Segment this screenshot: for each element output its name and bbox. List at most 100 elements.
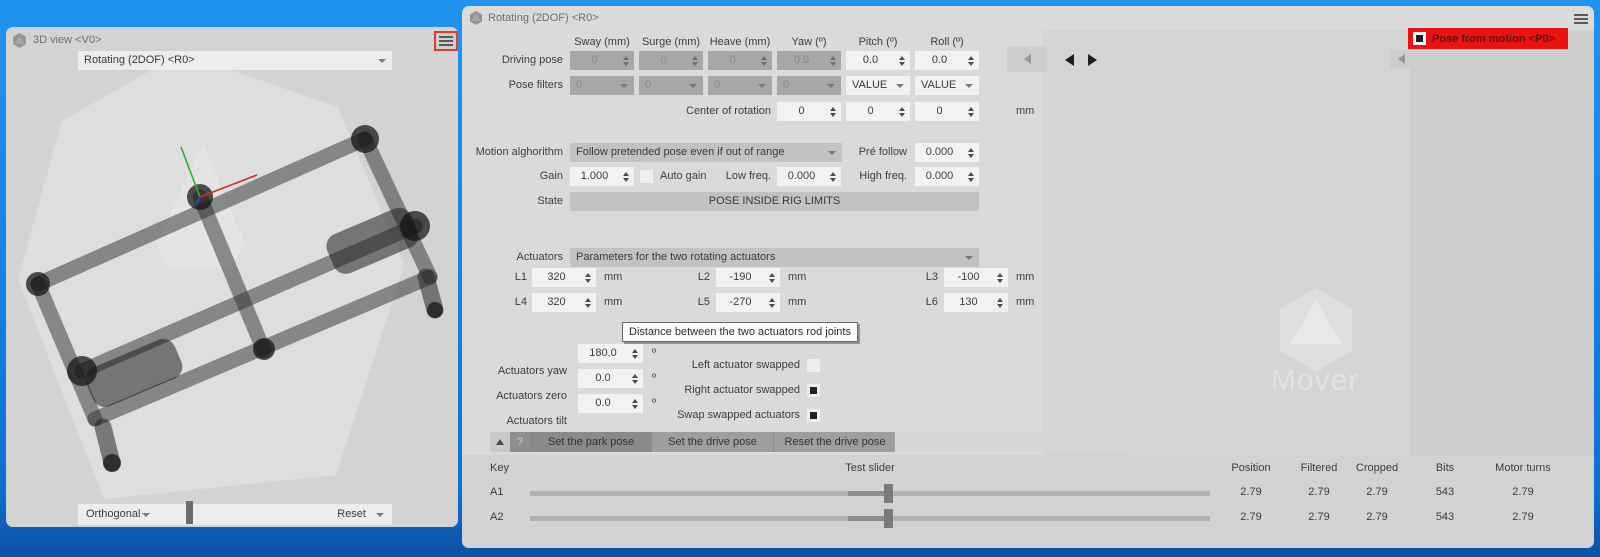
l3-spinner[interactable]: -100 — [944, 268, 1008, 287]
column-header-roll: Roll (º) — [915, 36, 979, 48]
l3-label: L3 — [918, 268, 938, 287]
pose-from-motion-checkbox[interactable] — [1413, 32, 1426, 45]
unit-label: mm — [1016, 268, 1042, 287]
set-drive-pose-button[interactable]: Set the drive pose — [652, 432, 773, 452]
app-logo-icon — [468, 10, 484, 26]
cropped-value: 2.79 — [1345, 486, 1409, 498]
test-slider-handle[interactable] — [884, 484, 893, 503]
column-header-surge: Surge (mm) — [639, 36, 703, 48]
pose-from-motion-banner[interactable]: Pose from motion <P0> — [1408, 28, 1568, 49]
driving-pose-sway-spinner: 0 — [570, 51, 634, 70]
swap-swapped-actuators-label: Swap swapped actuators — [642, 409, 800, 422]
center-of-rotation-label: Center of rotation — [642, 102, 771, 121]
bits-value: 543 — [1413, 511, 1477, 523]
center-rotation-z-spinner[interactable]: 0 — [915, 102, 979, 121]
pose-filter-yaw-dropdown: 0 — [777, 76, 841, 95]
gain-spinner[interactable]: 1.000 — [570, 167, 634, 186]
pre-follow-label: Pré follow — [832, 143, 907, 162]
ground-polygon — [18, 53, 404, 499]
pre-follow-spinner[interactable]: 0.000 — [915, 143, 979, 162]
chevron-down-icon[interactable] — [376, 513, 384, 517]
l2-label: L2 — [690, 268, 710, 287]
set-park-pose-button[interactable]: Set the park pose — [530, 432, 652, 452]
motor-turns-header: Motor turns — [1481, 462, 1565, 474]
view-menu-button[interactable] — [434, 31, 458, 51]
l1-spinner[interactable]: 320 — [532, 268, 596, 287]
right-actuator-swapped-label: Right actuator swapped — [642, 384, 800, 397]
tab-strip-filler — [895, 432, 1130, 452]
position-header: Position — [1219, 462, 1283, 474]
auto-gain-checkbox[interactable] — [640, 170, 653, 183]
actuators-label: Actuators — [482, 248, 563, 267]
unit-label: mm — [1016, 102, 1046, 121]
next-arrow-button[interactable] — [1088, 54, 1097, 66]
driving-pose-label: Driving pose — [480, 51, 563, 70]
l5-spinner[interactable]: -270 — [716, 293, 780, 312]
test-slider-fill — [848, 516, 884, 521]
driving-pose-roll-spinner[interactable]: 0.0 — [915, 51, 979, 70]
reset-dropdown[interactable]: Reset — [326, 505, 366, 524]
l5-label: L5 — [690, 293, 710, 312]
tooltip: Distance between the two actuators rod j… — [622, 322, 858, 342]
motion-algorithm-label: Motion alghorithm — [462, 143, 563, 162]
center-rotation-x-spinner[interactable]: 0 — [777, 102, 841, 121]
filtered-value: 2.79 — [1287, 486, 1351, 498]
pose-filters-label: Pose filters — [480, 76, 563, 95]
collapse-side-button[interactable] — [1390, 50, 1412, 68]
filtered-value: 2.79 — [1287, 511, 1351, 523]
actuators-preset-dropdown[interactable]: Parameters for the two rotating actuator… — [570, 248, 979, 267]
driving-pose-heave-spinner: 0 — [708, 51, 772, 70]
gain-label: Gain — [482, 167, 563, 186]
swap-swapped-actuators-checkbox[interactable] — [807, 409, 820, 422]
chevron-down-icon — [378, 59, 386, 63]
column-header-sway: Sway (mm) — [570, 36, 634, 48]
actuators-zero-spinner[interactable]: 0.0 — [578, 369, 643, 388]
unit-label: mm — [788, 293, 814, 312]
mover-logo-watermark — [1273, 286, 1359, 376]
high-freq-spinner[interactable]: 0.000 — [915, 167, 979, 186]
test-slider-header: Test slider — [820, 462, 920, 474]
l6-spinner[interactable]: 130 — [944, 293, 1008, 312]
unit-label: mm — [604, 293, 630, 312]
rig-selector-value: Rotating (2DOF) <R0> — [78, 51, 378, 70]
triangle-up-icon — [496, 439, 504, 445]
unit-label: mm — [1016, 293, 1042, 312]
help-button[interactable]: ? — [510, 432, 530, 452]
3d-view-panel: 3D view <V0> Rotating (2DOF) <R0> Orthog… — [6, 27, 458, 527]
collapse-pose-button[interactable] — [1007, 46, 1047, 72]
driving-pose-surge-spinner: 0 — [639, 51, 703, 70]
l4-spinner[interactable]: 320 — [532, 293, 596, 312]
zoom-slider-handle[interactable] — [186, 501, 193, 524]
position-value: 2.79 — [1219, 486, 1283, 498]
filtered-header: Filtered — [1287, 462, 1351, 474]
l2-spinner[interactable]: -190 — [716, 268, 780, 287]
l6-label: L6 — [918, 293, 938, 312]
mover-watermark-text: Mover — [1255, 364, 1375, 398]
app-logo-icon — [11, 32, 28, 49]
pose-filter-roll-dropdown[interactable]: VALUE — [915, 76, 979, 95]
right-actuator-swapped-checkbox[interactable] — [807, 384, 820, 397]
panel-title: 3D view <V0> — [33, 32, 101, 49]
driving-pose-yaw-spinner: 0.0 — [777, 51, 841, 70]
low-freq-label: Low freq. — [702, 167, 771, 186]
unit-label: mm — [788, 268, 814, 287]
center-rotation-y-spinner[interactable]: 0 — [846, 102, 910, 121]
chevron-down-icon[interactable] — [142, 513, 150, 517]
test-slider-handle[interactable] — [884, 509, 893, 528]
pose-filter-surge-dropdown: 0 — [639, 76, 703, 95]
actuators-yaw-label: Actuators yaw — [462, 365, 567, 378]
3d-view-canvas[interactable] — [6, 27, 458, 527]
actuators-yaw-spinner[interactable]: 180.0 — [578, 344, 643, 363]
reset-drive-pose-button[interactable]: Reset the drive pose — [773, 432, 896, 452]
pose-filter-pitch-dropdown[interactable]: VALUE — [846, 76, 910, 95]
rig-selector-dropdown[interactable]: Rotating (2DOF) <R0> — [78, 51, 392, 70]
driving-pose-pitch-spinner[interactable]: 0.0 — [846, 51, 910, 70]
collapse-section-button[interactable] — [490, 432, 510, 452]
actuators-tilt-spinner[interactable]: 0.0 — [578, 394, 643, 413]
rig-menu-button[interactable] — [1574, 14, 1588, 24]
cropped-value: 2.79 — [1345, 511, 1409, 523]
state-label: State — [482, 192, 563, 211]
prev-arrow-button[interactable] — [1065, 54, 1074, 66]
motion-algorithm-dropdown[interactable]: Follow pretended pose even if out of ran… — [570, 143, 842, 162]
left-actuator-swapped-checkbox[interactable] — [807, 359, 820, 372]
